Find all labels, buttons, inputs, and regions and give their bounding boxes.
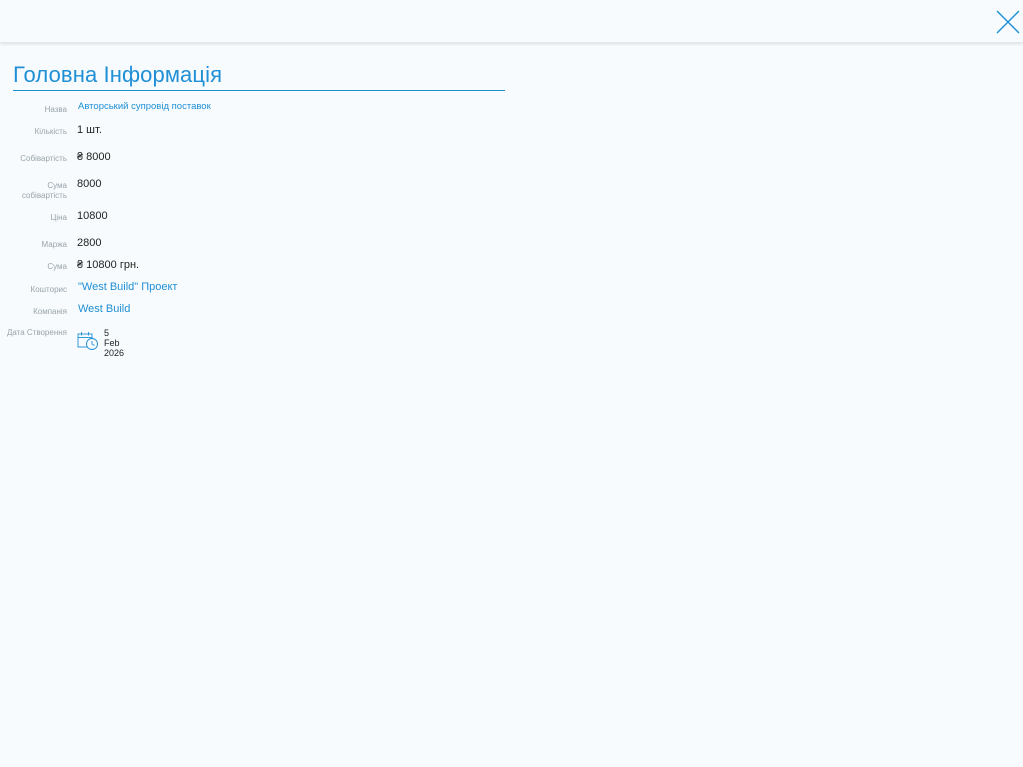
field-name-label: Назва <box>44 105 67 114</box>
field-estimate-label: Кошторис <box>30 285 67 294</box>
field-cost-label: Собівартість <box>20 154 67 163</box>
field-quantity-value: 1 шт. <box>77 124 102 136</box>
calendar-clock-icon <box>77 331 99 356</box>
top-bar <box>0 0 1023 43</box>
field-margin-value: 2800 <box>77 237 102 249</box>
field-sum-value: ₴ 10800 грн. <box>77 259 140 271</box>
field-margin-label: Маржа <box>41 240 67 249</box>
field-quantity-label: Кількість <box>34 127 67 136</box>
field-cost-sum-value: 8000 <box>77 178 102 190</box>
field-created-label: Дата Створення <box>6 328 67 337</box>
section-title: Головна Інформація <box>13 62 505 91</box>
date-value: 5 Feb 2026 <box>104 328 125 358</box>
field-estimate-value[interactable]: "West Build" Проект <box>78 281 177 293</box>
field-price-label: Ціна <box>50 213 67 222</box>
field-company-label: Компанія <box>33 307 67 316</box>
field-name-value[interactable]: Авторський супровід поставок <box>78 101 211 112</box>
field-company-value[interactable]: West Build <box>78 303 130 315</box>
field-cost-value: ₴ 8000 <box>77 151 111 163</box>
date-display: 5 Feb 2026 <box>77 328 124 358</box>
field-sum-label: Сума <box>47 262 67 271</box>
field-price-value: 10800 <box>77 210 108 222</box>
field-cost-sum-label-1: Сума <box>47 181 67 190</box>
close-icon[interactable] <box>995 9 1021 35</box>
field-cost-sum-label-2: собівартість <box>21 191 67 200</box>
